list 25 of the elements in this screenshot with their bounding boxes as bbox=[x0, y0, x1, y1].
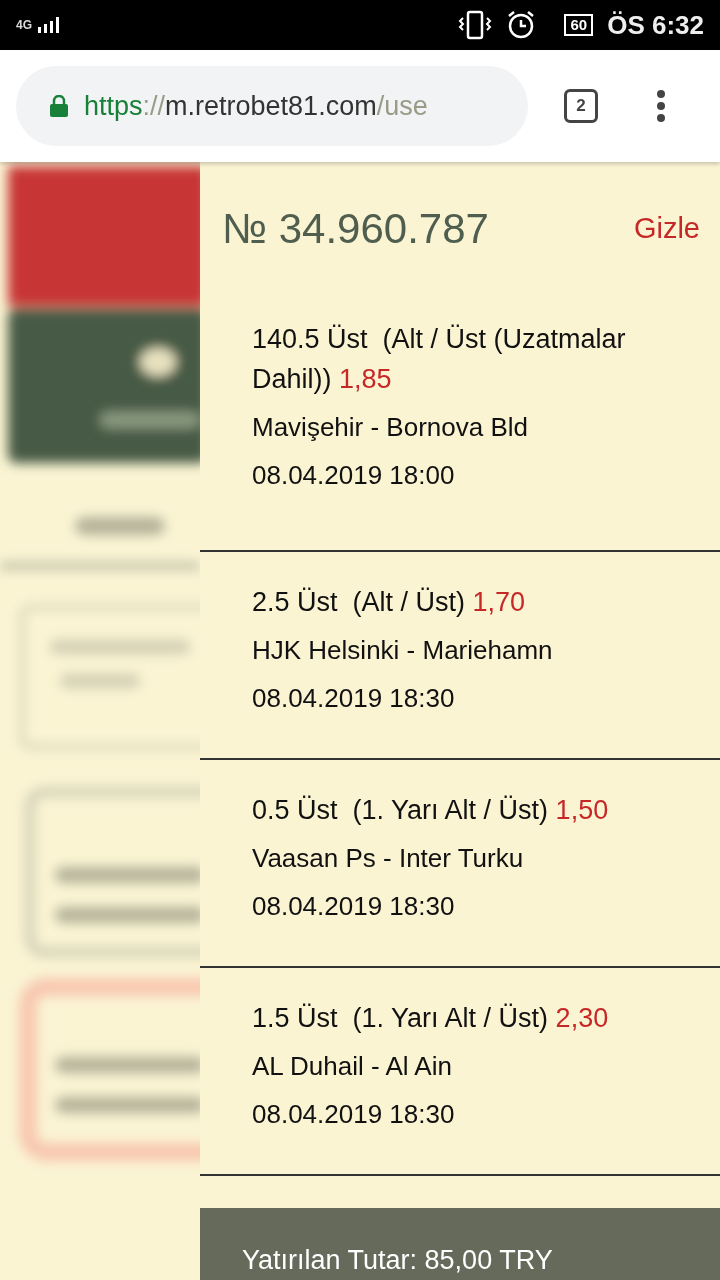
clock-time: ÖS 6:32 bbox=[607, 9, 704, 41]
bet-title: 1.5 Üst (1. Yarı Alt / Üst) 2,30 bbox=[252, 1002, 610, 1035]
match-datetime: 08.04.2019 18:30 bbox=[252, 890, 456, 923]
battery-icon: 60 bbox=[564, 14, 594, 36]
bet-title: 0.5 Üst (1. Yarı Alt / Üst) 1,50 bbox=[252, 794, 610, 827]
network-type: 4G bbox=[16, 18, 32, 32]
match-name: Mavişehir - Bornova Bld bbox=[252, 411, 529, 444]
match-datetime: 08.04.2019 18:30 bbox=[252, 682, 456, 715]
hide-link[interactable]: Gizle bbox=[633, 212, 700, 245]
tab-count-button[interactable]: 2 bbox=[564, 89, 598, 123]
url-text: https://m.retrobet81.com/use bbox=[84, 90, 428, 122]
match-datetime: 08.04.2019 18:30 bbox=[252, 1098, 456, 1131]
signal-icon bbox=[38, 17, 60, 33]
lock-icon bbox=[50, 95, 68, 117]
menu-icon[interactable] bbox=[656, 89, 666, 123]
match-datetime: 08.04.2019 18:00 bbox=[252, 459, 456, 492]
address-bar[interactable]: https://m.retrobet81.com/use bbox=[16, 66, 528, 146]
match-name: AL Duhail - Al Ain bbox=[252, 1050, 453, 1083]
bet-title: 140.5 Üst (Alt / Üst (Uzatmalar Dahil)) 1,85 bbox=[252, 323, 627, 396]
stake-amount: Yatırılan Tutar: 85,00 TRY bbox=[242, 1245, 553, 1275]
match-name: Vaasan Ps - Inter Turku bbox=[252, 842, 525, 875]
coupon-number: № 34.960.787 bbox=[222, 204, 489, 253]
bet-title: 2.5 Üst (Alt / Üst) 1,70 bbox=[252, 586, 527, 619]
match-name: HJK Helsinki - Mariehamn bbox=[252, 634, 554, 667]
vibrate-icon bbox=[458, 10, 493, 40]
